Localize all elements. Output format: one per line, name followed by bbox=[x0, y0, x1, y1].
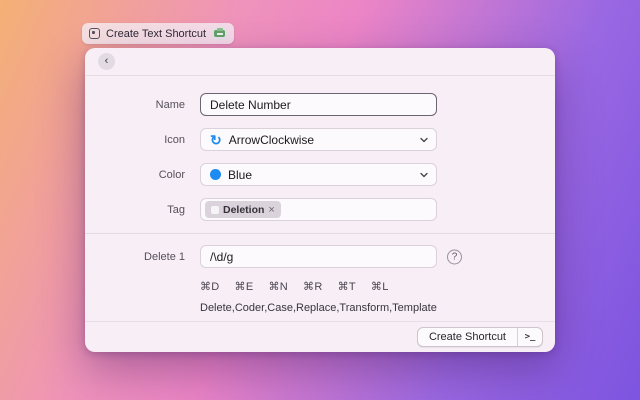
terminal-icon[interactable]: >_ bbox=[518, 328, 542, 346]
tag-input[interactable]: Deletion × bbox=[200, 198, 437, 221]
tag-chip: Deletion × bbox=[205, 201, 281, 218]
icon-select[interactable]: ↻ ArrowClockwise bbox=[200, 128, 437, 151]
icon-label: Icon bbox=[85, 134, 200, 146]
app-window-icon bbox=[89, 28, 100, 39]
icon-select-value: ArrowClockwise bbox=[229, 133, 314, 147]
help-button[interactable]: ? bbox=[447, 249, 462, 264]
pattern-input[interactable] bbox=[200, 245, 437, 268]
name-row: Name bbox=[85, 93, 555, 116]
shortcut-hint: ⌘T bbox=[338, 280, 356, 293]
create-shortcut-split-button: Create Shortcut >_ bbox=[417, 327, 543, 347]
footer-divider bbox=[85, 321, 555, 322]
shortcut-hint: ⌘N bbox=[268, 280, 288, 293]
shortcut-form: Name Icon ↻ ArrowClockwise Color bbox=[85, 76, 555, 314]
color-select-value: Blue bbox=[228, 168, 252, 182]
tag-label: Tag bbox=[85, 204, 200, 216]
printer-icon[interactable] bbox=[212, 27, 227, 40]
blue-color-swatch bbox=[210, 169, 221, 180]
section-divider bbox=[85, 233, 555, 234]
shortcut-hints: ⌘D ⌘E ⌘N ⌘R ⌘T ⌘L bbox=[200, 280, 555, 293]
shortcut-hint: ⌘E bbox=[235, 280, 254, 293]
color-row: Color Blue bbox=[85, 163, 555, 186]
tab-title: Create Text Shortcut bbox=[106, 28, 206, 40]
name-label: Name bbox=[85, 99, 200, 111]
tag-row: Tag Deletion × bbox=[85, 198, 555, 221]
back-button[interactable]: ‹ bbox=[98, 53, 115, 70]
color-select[interactable]: Blue bbox=[200, 163, 437, 186]
pattern-row: Delete 1 ? bbox=[85, 245, 555, 268]
tag-remove-icon[interactable]: × bbox=[268, 204, 274, 216]
create-shortcut-window: ‹ Name Icon ↻ ArrowClockwise bbox=[85, 48, 555, 352]
window-tab[interactable]: Create Text Shortcut bbox=[82, 23, 234, 44]
arrow-clockwise-icon: ↻ bbox=[210, 133, 222, 147]
footer: Create Shortcut >_ bbox=[417, 327, 543, 347]
create-shortcut-button[interactable]: Create Shortcut bbox=[418, 328, 517, 346]
pattern-label: Delete 1 bbox=[85, 251, 200, 263]
window-header: ‹ bbox=[85, 48, 555, 76]
shortcut-hint: ⌘D bbox=[200, 280, 220, 293]
tag-chip-icon bbox=[211, 206, 219, 214]
color-label: Color bbox=[85, 169, 200, 181]
shortcut-description: Delete,Coder,Case,Replace,Transform,Temp… bbox=[200, 302, 555, 314]
tag-chip-label: Deletion bbox=[223, 204, 264, 216]
shortcut-hint: ⌘L bbox=[371, 280, 389, 293]
name-input[interactable] bbox=[200, 93, 437, 116]
shortcut-hint: ⌘R bbox=[303, 280, 323, 293]
icon-row: Icon ↻ ArrowClockwise bbox=[85, 128, 555, 151]
